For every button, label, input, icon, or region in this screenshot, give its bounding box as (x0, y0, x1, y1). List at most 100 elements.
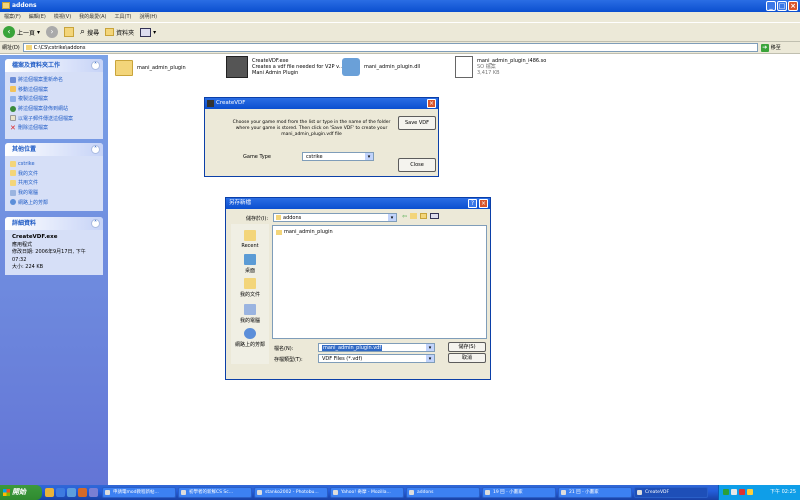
place-network[interactable]: 網路上的芳鄰 (10, 197, 98, 207)
clock[interactable]: 下午 02:25 (770, 489, 796, 495)
collapse-icon[interactable]: ˄ (91, 219, 100, 228)
task-publish[interactable]: 將這個檔案發佈到網站 (10, 104, 98, 114)
place-my-documents[interactable]: 我的文件 (10, 169, 98, 179)
taskbar-item[interactable]: 初學者的新鮮CS Sc... (178, 487, 252, 498)
file-item-so[interactable]: mani_admin_plugin_i486.so SO 檔案 3,417 KB (455, 56, 546, 78)
save-as-titlebar[interactable]: 另存新檔 ? × (226, 198, 490, 209)
app-icon (207, 100, 214, 107)
network-tray-icon[interactable] (723, 489, 729, 495)
ie-icon[interactable] (56, 488, 65, 497)
menu-view[interactable]: 檢視(V) (54, 12, 71, 22)
close-icon[interactable]: × (479, 199, 488, 208)
start-button[interactable]: 開始 (0, 485, 42, 500)
place-my-computer[interactable]: 我的電腦 (10, 188, 98, 198)
network-icon (244, 328, 256, 339)
email-icon (10, 115, 16, 122)
search-button[interactable]: ⌕ 搜尋 (80, 27, 99, 37)
createvdf-dialog: CreateVDF × Choose your game mod from th… (204, 97, 439, 177)
window-titlebar[interactable]: addons _ □ × (0, 0, 800, 12)
address-path: C:\CS\cstrike\addons (33, 45, 86, 51)
menu-help[interactable]: 說明(H) (139, 12, 157, 22)
forward-button[interactable]: › (46, 26, 59, 38)
other-places-header[interactable]: 其他位置 ˄ (5, 143, 103, 156)
close-icon[interactable]: × (427, 99, 436, 108)
createvdf-message: Choose your game mod from the list or ty… (232, 120, 391, 137)
copy-icon (10, 95, 16, 102)
file-name: mani_admin_plugin.dll (364, 64, 421, 70)
file-item-folder[interactable]: mani_admin_plugin (115, 60, 186, 76)
messenger-icon[interactable] (45, 488, 54, 497)
volume-icon[interactable] (731, 489, 737, 495)
collapse-icon[interactable]: ˄ (91, 145, 100, 154)
chevron-down-icon[interactable]: ▾ (426, 355, 434, 362)
menu-tools[interactable]: 工具(T) (115, 12, 132, 22)
chevron-down-icon[interactable]: ▾ (388, 214, 396, 221)
task-move[interactable]: 移動這個檔案 (10, 85, 98, 95)
file-item-exe[interactable]: CreateVDF.exe Creates a vdf file needed … (226, 56, 344, 78)
folder-icon (276, 215, 281, 220)
taskbar-item[interactable]: 21 回 - 小畫家 (558, 487, 632, 498)
taskbar-item[interactable]: 19 回 - 小畫家 (482, 487, 556, 498)
filetype-select[interactable]: VDF Files (*.vdf) ▾ (318, 354, 435, 363)
place-my-documents[interactable]: 我的文件 (231, 278, 269, 298)
firefox-icon[interactable] (78, 488, 87, 497)
folders-button[interactable]: 資料夾 (105, 28, 134, 37)
security-icon[interactable] (739, 489, 745, 495)
file-item-dll[interactable]: mani_admin_plugin.dll (342, 58, 420, 76)
go-arrow-icon: ➔ (760, 43, 769, 52)
task-email[interactable]: 以電子郵件傳送這個檔案 (10, 113, 98, 123)
messenger-tray-icon[interactable] (747, 489, 753, 495)
details-header[interactable]: 詳細資料 ˄ (5, 217, 103, 230)
menu-file[interactable]: 檔案(F) (4, 12, 21, 22)
place-cstrike[interactable]: cstrike (10, 159, 98, 169)
file-list[interactable]: mani_admin_plugin (272, 225, 487, 339)
file-tasks-header[interactable]: 檔案及資料夾工作 ˄ (5, 59, 103, 72)
list-item[interactable]: mani_admin_plugin (276, 229, 333, 235)
app-icon[interactable] (89, 488, 98, 497)
place-desktop[interactable]: 桌面 (231, 254, 269, 274)
details-modified: 修改日期: 2006年9月17日, 下午 07:32 (12, 249, 86, 263)
menu-favorites[interactable]: 我的最愛(A) (79, 12, 106, 22)
cancel-button[interactable]: 取消 (448, 353, 486, 363)
back-button[interactable]: ‹ 上一頁 ▾ (3, 26, 40, 38)
taskbar-item[interactable]: Yahoo! 奇摩 - Mozilla... (330, 487, 404, 498)
up-folder-icon[interactable] (410, 213, 418, 219)
help-icon[interactable]: ? (468, 199, 477, 208)
collapse-icon[interactable]: ˄ (91, 61, 100, 70)
task-rename[interactable]: 將這個檔案重新命名 (10, 75, 98, 85)
place-shared-documents[interactable]: 共用文件 (10, 178, 98, 188)
place-my-computer[interactable]: 我的電腦 (231, 304, 269, 324)
back-arrow-icon[interactable]: ⇦ (402, 213, 407, 220)
delete-icon: ✕ (10, 123, 16, 132)
save-in-select[interactable]: addons ▾ (273, 213, 397, 222)
exe-icon (226, 56, 248, 78)
desktop-icon[interactable] (67, 488, 76, 497)
close-button[interactable]: Close (398, 158, 436, 172)
taskbar-item[interactable]: CreateVDF (634, 487, 708, 498)
taskbar-item[interactable]: addons (406, 487, 480, 498)
maximize-icon[interactable]: □ (777, 1, 787, 11)
go-button[interactable]: ➔ 移至 (760, 43, 781, 52)
taskbar-item[interactable]: 申請電mod教程新帖... (102, 487, 176, 498)
task-delete[interactable]: ✕ 刪除這個檔案 (10, 123, 98, 133)
view-menu-icon[interactable] (430, 213, 440, 219)
place-network[interactable]: 網路上的芳鄰 (231, 328, 269, 348)
minimize-icon[interactable]: _ (766, 1, 776, 11)
new-folder-icon[interactable] (420, 213, 428, 219)
save-vdf-button[interactable]: Save VDF (398, 116, 436, 130)
game-type-select[interactable]: cstrike ▾ (302, 152, 374, 161)
views-button[interactable]: ▾ (140, 27, 156, 37)
details-title: 詳細資料 (12, 220, 37, 227)
createvdf-titlebar[interactable]: CreateVDF × (205, 98, 438, 109)
place-recent[interactable]: Recent (231, 230, 269, 249)
menu-edit[interactable]: 編輯(E) (29, 12, 46, 22)
task-copy[interactable]: 複製這個檔案 (10, 94, 98, 104)
chevron-down-icon[interactable]: ▾ (365, 153, 373, 160)
close-icon[interactable]: × (788, 1, 798, 11)
up-button[interactable] (64, 27, 75, 37)
chevron-down-icon[interactable]: ▾ (426, 344, 434, 351)
address-input[interactable]: C:\CS\cstrike\addons (22, 43, 758, 52)
filename-input[interactable]: mani_admin_plugin.vdf ▾ (318, 343, 435, 352)
save-button[interactable]: 儲存(S) (448, 342, 486, 352)
taskbar-item[interactable]: stanko2002 - Photobu... (254, 487, 328, 498)
